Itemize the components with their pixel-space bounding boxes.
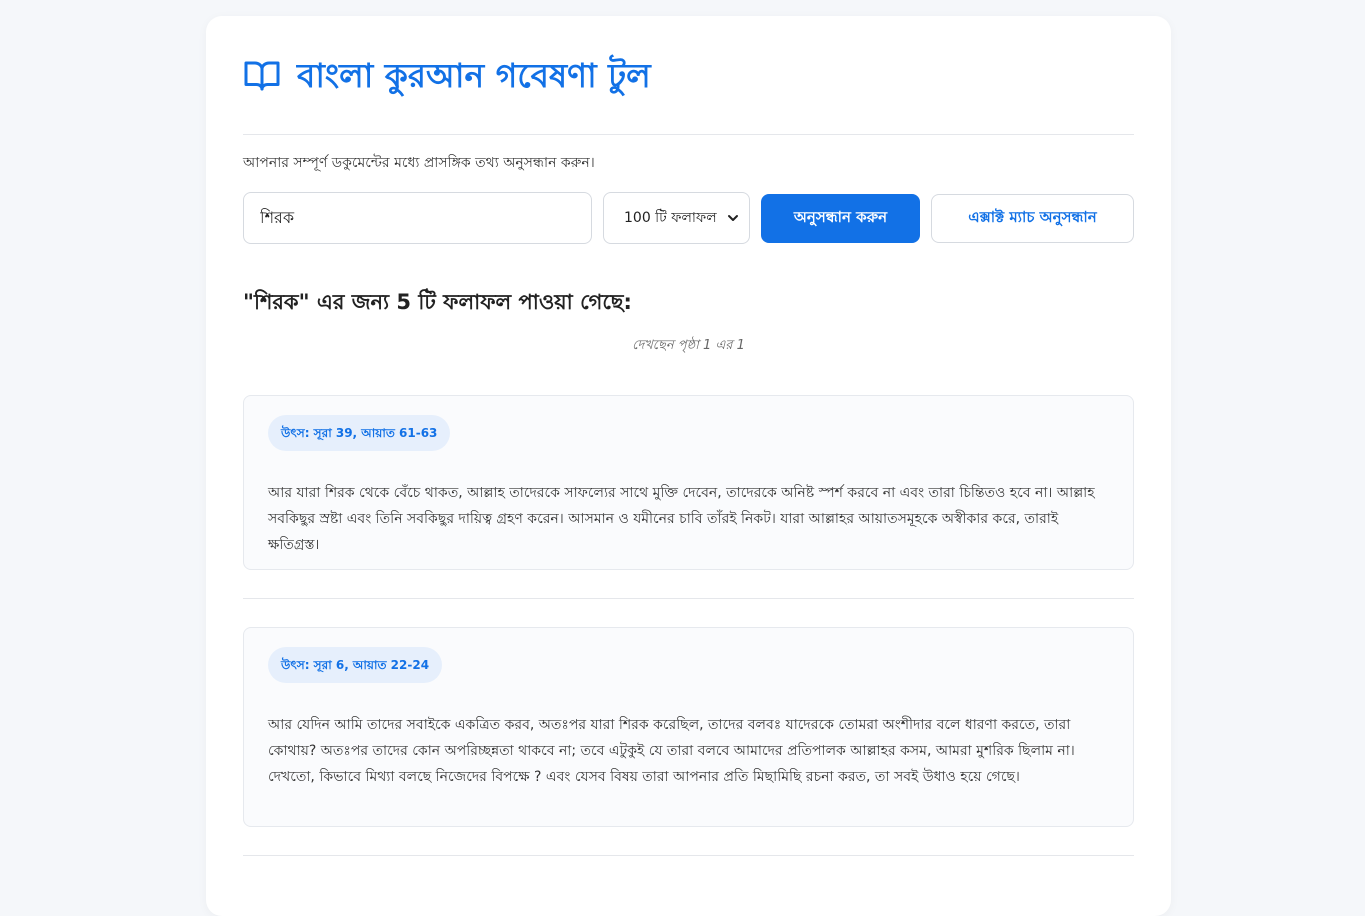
page-info: দেখছেন পৃষ্ঠা 1 এর 1	[632, 338, 745, 353]
exact-match-search-button[interactable]: এক্সাক্ট ম্যাচ অনুসন্ধান	[931, 193, 1134, 243]
results-count-value: 100 টি ফলাফল	[624, 210, 717, 226]
main-card: বাংলা কুরআন গবেষণা টুল আপনার সম্পূর্ণ ডক…	[206, 16, 1171, 916]
result-item: উৎস: সূরা 39, আয়াত 61-63 আর যারা শিরক থ…	[243, 395, 1134, 599]
search-bar: 100 টি ফলাফল অনুসন্ধান করুন এক্সাক্ট ম্য…	[243, 192, 1134, 244]
result-item: উৎস: সূরা 6, আয়াত 22-24 আর যেদিন আমি তা…	[243, 627, 1134, 856]
results-heading: "শিরক" এর জন্য 5 টি ফলাফল পাওয়া গেছে:	[243, 290, 632, 314]
results-count-select[interactable]: 100 টি ফলাফল	[603, 192, 750, 244]
chevron-down-icon	[725, 210, 741, 226]
search-button[interactable]: অনুসন্ধান করুন	[761, 193, 920, 243]
result-text: আর যেদিন আমি তাদের সবাইকে একত্রিত করব, অ…	[268, 717, 1075, 785]
page-subtitle: আপনার সম্পূর্ণ ডকুমেন্টের মধ্যে প্রাসঙ্গ…	[243, 155, 595, 171]
source-badge: উৎস: সূরা 39, আয়াত 61-63	[268, 415, 451, 451]
page-header: বাংলা কুরআন গবেষণা টুল	[243, 16, 1134, 135]
result-text: আর যারা শিরক থেকে বেঁচে থাকত, আল্লাহ তাদ…	[268, 485, 1095, 553]
source-badge: উৎস: সূরা 6, আয়াত 22-24	[268, 647, 443, 683]
main-content: বাংলা কুরআন গবেষণা টুল আপনার সম্পূর্ণ ডক…	[243, 16, 1134, 856]
search-input[interactable]	[243, 192, 592, 244]
result-divider	[243, 855, 1134, 856]
open-book-icon	[243, 56, 281, 94]
page-title: বাংলা কুরআন গবেষণা টুল	[297, 55, 651, 95]
result-card: উৎস: সূরা 6, আয়াত 22-24 আর যেদিন আমি তা…	[243, 627, 1134, 827]
result-divider	[243, 598, 1134, 599]
result-card: উৎস: সূরা 39, আয়াত 61-63 আর যারা শিরক থ…	[243, 395, 1134, 570]
